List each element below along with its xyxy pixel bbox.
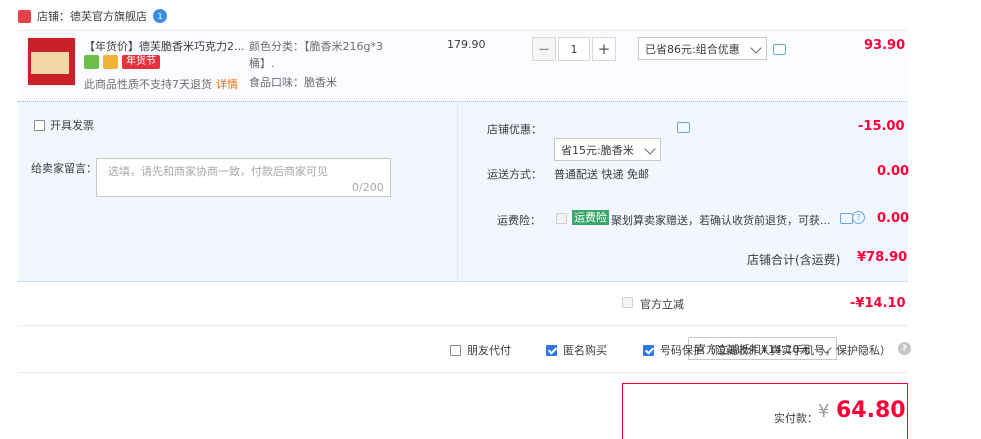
item-subtotal: 93.90 — [864, 38, 906, 53]
shipping-price: 0.00 — [877, 164, 910, 179]
official-discount-checkbox — [622, 297, 633, 308]
discount-chat-icon[interactable] — [677, 122, 690, 133]
card-icon — [103, 55, 118, 69]
no-return-notice: 此商品性质不支持7天退货 详情 — [84, 76, 238, 92]
divider — [18, 281, 908, 283]
attr-flavor: 食品口味：脆香米 — [249, 76, 337, 89]
shop-wangwang-icon[interactable]: 1 — [153, 9, 167, 23]
shipping-method: 普通配送 快递 免邮 — [554, 168, 649, 181]
insurance-chat-icon[interactable] — [840, 213, 853, 224]
friend-pay-checkbox[interactable] — [450, 344, 461, 356]
attr-color: 颜色分类：【脆香米216g*3桶】. — [249, 40, 383, 70]
invoice-option[interactable]: 开具发票 — [34, 117, 94, 133]
shop-total-value: ¥78.90 — [857, 250, 908, 265]
insurance-text: 聚划算卖家赠送，若确认收货前退货，可获... — [611, 214, 831, 227]
insurance-label: 运费险： — [497, 214, 541, 227]
anonymous-label: 匿名购买 — [563, 344, 607, 357]
promo-select-value: 已省86元:组合优惠 — [645, 42, 740, 56]
payment-label: 实付款： — [774, 412, 818, 425]
shop-icon — [18, 9, 31, 23]
detail-link[interactable]: 详情 — [216, 78, 238, 91]
divider — [18, 325, 908, 326]
invoice-label: 开具发票 — [50, 119, 94, 132]
anonymous-checkbox[interactable] — [546, 344, 557, 356]
shop-discount-value: -15.00 — [858, 119, 905, 134]
shop-total-label: 店铺合计(含运费) — [747, 253, 841, 267]
promo-select[interactable]: 已省86元:组合优惠 — [638, 37, 767, 60]
increase-button[interactable]: + — [592, 37, 616, 61]
number-protect-option[interactable]: 号码保护（隐藏收件人真实手机号，保护隐私） — [643, 342, 891, 358]
number-protect-checkbox[interactable] — [643, 344, 654, 356]
insurance-price: 0.00 — [877, 211, 910, 226]
friend-pay-option[interactable]: 朋友代付 — [450, 342, 511, 358]
shipping-label: 运送方式： — [487, 168, 542, 181]
payment-amount: 64.80 — [836, 398, 906, 423]
chevron-down-icon — [750, 42, 762, 54]
promo-chat-icon[interactable] — [773, 44, 786, 55]
unit-price: 179.90 — [447, 38, 486, 51]
shop-discount-select-value: 省15元:脆香米 — [561, 143, 634, 157]
shop-discount-label: 店铺优惠： — [487, 123, 542, 136]
message-placeholder: 选填，请先和商家协商一致，付款后商家可见 — [108, 165, 328, 178]
panel-divider — [457, 102, 458, 281]
divider — [18, 372, 908, 373]
help-icon[interactable]: ? — [898, 342, 911, 355]
shop-discount-select[interactable]: 省15元:脆香米 — [554, 138, 661, 161]
anonymous-option[interactable]: 匿名购买 — [546, 342, 607, 358]
official-discount-label: 官方立减 — [640, 298, 684, 311]
insurance-badge: 运费险 — [572, 210, 609, 225]
product-title[interactable]: 【年货价】德芙脆香米巧克力2... — [84, 38, 244, 54]
festival-tag: 年货节 — [122, 55, 160, 69]
message-char-count: 0/200 — [352, 181, 384, 194]
question-icon[interactable]: ? — [852, 211, 865, 224]
payment-currency: ¥ — [818, 401, 830, 422]
official-discount-value: -¥14.10 — [850, 296, 906, 311]
message-label: 给卖家留言： — [31, 162, 97, 175]
chevron-down-icon — [644, 143, 656, 155]
quantity-stepper: − 1 + — [532, 37, 616, 61]
decrease-button[interactable]: − — [532, 37, 556, 61]
insurance-checkbox — [556, 213, 567, 224]
shop-header: 店铺：德芙官方旗舰店 1 — [18, 7, 167, 25]
number-protect-label: 号码保护（隐藏收件人真实手机号，保护隐私） — [660, 344, 891, 357]
invoice-checkbox[interactable] — [34, 119, 45, 131]
product-thumbnail-art — [31, 52, 69, 74]
shop-name[interactable]: 店铺：德芙官方旗舰店 — [37, 8, 147, 24]
friend-pay-label: 朋友代付 — [467, 344, 511, 357]
quantity-input[interactable]: 1 — [558, 37, 590, 61]
guarantee-icon — [84, 55, 99, 69]
no-return-text: 此商品性质不支持7天退货 — [84, 78, 212, 91]
product-badges: 年货节 — [84, 55, 160, 69]
